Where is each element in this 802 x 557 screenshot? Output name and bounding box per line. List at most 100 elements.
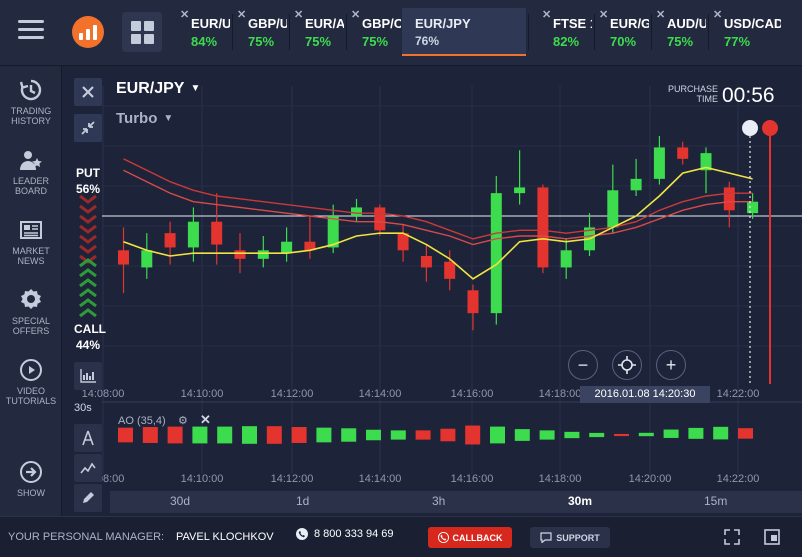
indicators-button[interactable] bbox=[74, 454, 102, 482]
phone-text: 8 800 333 94 69 bbox=[314, 528, 394, 540]
time-axis-label: 14:16:00 bbox=[451, 473, 494, 485]
chart-area[interactable]: 14:08:00 14:08:00 14:10:00 14:10:00 14:12:00… bbox=[62, 66, 802, 516]
play-icon bbox=[20, 359, 42, 381]
close-tab-icon[interactable]: ✕ bbox=[237, 8, 246, 21]
zoom-out-button[interactable]: − bbox=[568, 350, 598, 380]
time-axis-label: 14:12:00 bbox=[271, 388, 314, 400]
candle-body bbox=[141, 250, 153, 268]
sidebar-item-video-tutorials[interactable]: VIDEO TUTORIALS bbox=[0, 358, 62, 406]
callback-button[interactable]: CALLBACK bbox=[428, 527, 512, 548]
bottom-bar: YOUR PERSONAL MANAGER: PAVEL KLOCHKOV 8 … bbox=[0, 516, 802, 557]
ao-bar bbox=[142, 427, 158, 443]
time-axis-label: 14:22:00 bbox=[717, 473, 760, 485]
close-tab-icon[interactable]: ✕ bbox=[713, 8, 722, 21]
time-axis-label: 14:16:00 bbox=[451, 388, 494, 400]
candle-body bbox=[420, 256, 432, 268]
ao-bar bbox=[266, 426, 282, 444]
collapse-chart-button[interactable] bbox=[74, 114, 102, 142]
ao-bar bbox=[465, 425, 481, 445]
sidebar-item-market-news[interactable]: MARKET NEWS bbox=[0, 218, 62, 266]
candle-body bbox=[444, 261, 456, 279]
window-icon[interactable] bbox=[764, 529, 780, 550]
mode-selector[interactable]: Turbo ▼ bbox=[116, 110, 173, 127]
scale-option-1d[interactable]: 1d bbox=[296, 494, 309, 508]
put-arrow-icon bbox=[79, 234, 97, 244]
chevron-down-icon: ▼ bbox=[190, 83, 201, 94]
close-chart-button[interactable] bbox=[74, 78, 102, 106]
tab-payout-percent: 75% bbox=[248, 34, 275, 49]
fullscreen-icon[interactable] bbox=[724, 529, 740, 550]
candle-body bbox=[281, 241, 293, 254]
ao-bar bbox=[291, 427, 307, 443]
menu-icon[interactable] bbox=[18, 20, 44, 42]
tab-eurjpy[interactable]: EUR/JPY 76% bbox=[402, 8, 526, 56]
tab-eurusd[interactable]: ✕EUR/USD 84% bbox=[178, 8, 230, 56]
tab-separator bbox=[232, 14, 233, 50]
tab-separator bbox=[651, 14, 652, 50]
scale-option-15m[interactable]: 15m bbox=[704, 494, 727, 508]
close-tab-icon[interactable]: ✕ bbox=[294, 8, 303, 21]
pencil-tool-button[interactable] bbox=[74, 484, 102, 512]
close-tab-icon[interactable]: ✕ bbox=[656, 8, 665, 21]
asset-selector[interactable]: EUR/JPY ▼ bbox=[116, 80, 200, 98]
scale-option-30m[interactable]: 30m bbox=[568, 494, 592, 508]
sidebar-item-trading-history[interactable]: TRADING HISTORY bbox=[0, 78, 62, 126]
phone-icon bbox=[437, 532, 449, 543]
history-icon bbox=[19, 79, 42, 101]
call-arrow-icon bbox=[79, 268, 97, 278]
scale-option-30d[interactable]: 30d bbox=[170, 494, 190, 508]
time-axis-label: 14:18:00 bbox=[539, 388, 582, 400]
close-tab-icon[interactable]: ✕ bbox=[180, 8, 189, 21]
tab-asset-name: EUR/AUD bbox=[305, 16, 344, 31]
time-axis-label: 14:14:00 bbox=[359, 473, 402, 485]
ao-bar bbox=[440, 428, 456, 442]
app-window: ✕EUR/USD84%✕GBP/USD75%✕EUR/AUD75%✕GBP/CA… bbox=[0, 0, 802, 557]
remove-indicator-icon[interactable]: ✕ bbox=[200, 412, 211, 428]
candle-body bbox=[234, 250, 246, 259]
ao-bar bbox=[341, 428, 357, 442]
timeframe-selector[interactable]: 30s bbox=[74, 402, 92, 414]
chart-type-button[interactable] bbox=[74, 362, 102, 390]
tab-gbpcad[interactable]: ✕GBP/CAD 75% bbox=[349, 8, 401, 56]
tab-asset-name: USD/CAD bbox=[724, 16, 781, 31]
sidebar-item-show[interactable]: SHOW bbox=[0, 460, 62, 498]
candle-body bbox=[747, 201, 759, 214]
time-axis-label: 14:22:00 bbox=[717, 388, 760, 400]
ao-bar bbox=[167, 426, 183, 444]
tab-separator bbox=[594, 14, 595, 50]
ao-bar bbox=[118, 427, 133, 443]
close-tab-icon[interactable]: ✕ bbox=[599, 8, 608, 21]
tab-euraud[interactable]: ✕EUR/AUD 75% bbox=[292, 8, 344, 56]
tab-eurgbp[interactable]: ✕EUR/GBP 70% bbox=[597, 8, 649, 56]
sidebar-item-leader-board[interactable]: LEADER BOARD bbox=[0, 148, 62, 196]
drawing-tool-button[interactable] bbox=[74, 424, 102, 452]
zoom-in-button[interactable]: + bbox=[656, 350, 686, 380]
stopwatch-icon bbox=[742, 120, 758, 136]
tab-audusd[interactable]: ✕AUD/USD 75% bbox=[654, 8, 706, 56]
sidebar-item-label: MARKET NEWS bbox=[12, 246, 50, 266]
ao-bar bbox=[589, 432, 605, 438]
sidebar-item-special-offers[interactable]: SPECIAL OFFERS bbox=[0, 288, 62, 336]
close-tab-icon[interactable]: ✕ bbox=[351, 8, 360, 21]
support-button[interactable]: SUPPORT bbox=[530, 527, 610, 548]
tab-asset-name: AUD/USD bbox=[667, 16, 706, 31]
tab-usdcad[interactable]: ✕ USD/CAD 77% bbox=[711, 8, 781, 56]
logo bbox=[72, 16, 104, 48]
price-chart[interactable]: 14:08:0014:08:0014:10:0014:10:0014:12:00… bbox=[62, 66, 802, 516]
close-tab-icon[interactable]: ✕ bbox=[542, 8, 551, 21]
tab-ftse100[interactable]: ✕FTSE 100 82% bbox=[540, 8, 592, 56]
phone-number[interactable]: 8 800 333 94 69 bbox=[296, 528, 394, 540]
finish-flag-icon bbox=[762, 120, 778, 136]
grid-icon[interactable] bbox=[122, 12, 162, 52]
date-tooltip: 2016.01.08 14:20:30 bbox=[580, 386, 710, 403]
tab-payout-percent: 70% bbox=[610, 34, 637, 49]
tab-gbpusd[interactable]: ✕GBP/USD 75% bbox=[235, 8, 287, 56]
recenter-button[interactable] bbox=[612, 350, 642, 380]
tab-separator bbox=[346, 14, 347, 50]
gear-icon[interactable]: ⚙ bbox=[178, 414, 188, 427]
ao-bar bbox=[713, 426, 729, 440]
scale-option-3h[interactable]: 3h bbox=[432, 494, 445, 508]
ao-bar bbox=[415, 430, 431, 440]
time-axis-label: 14:14:00 bbox=[359, 388, 402, 400]
collapse-icon bbox=[81, 121, 95, 135]
